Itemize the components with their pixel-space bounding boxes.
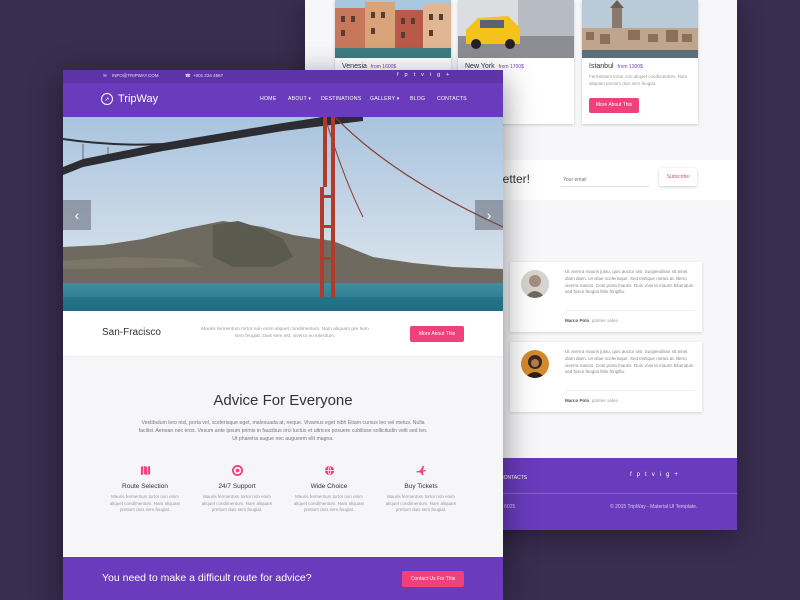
footer-divider	[500, 493, 737, 494]
google-plus-icon[interactable]: g+	[437, 72, 455, 78]
slider-next-button[interactable]: ›	[475, 200, 503, 230]
venice-photo	[335, 0, 451, 58]
testimonial-card: Ut viverra mauris justo, quis auctor nis…	[510, 342, 702, 412]
copyright: © 2015 TripWay - Material UI Template.	[610, 504, 698, 510]
avatar	[521, 270, 549, 298]
email-icon: ✉	[103, 73, 107, 78]
facebook-icon[interactable]: f	[630, 472, 637, 478]
cta-banner: You need to make a difficult route for a…	[63, 557, 503, 600]
golden-gate-bridge-photo	[63, 117, 503, 311]
feature-text: Mauris fermentum tortor non enim aliquet…	[109, 494, 181, 512]
main-navbar: ➚ TripWay HOME ABOUT ▾ DESTINATIONS GALL…	[63, 83, 503, 117]
nav-item-about[interactable]: ABOUT ▾	[288, 96, 311, 102]
feature-title: 24/7 Support	[218, 483, 256, 490]
vimeo-icon[interactable]: v	[421, 72, 430, 78]
nav-item-destinations[interactable]: DESTINATIONS	[321, 96, 361, 102]
contact-phone: +001 234 4567	[193, 73, 224, 78]
avatar	[521, 350, 549, 378]
pinterest-icon[interactable]: p	[637, 472, 645, 478]
facebook-icon[interactable]: f	[397, 72, 405, 78]
istanbul-photo	[582, 0, 698, 58]
more-about-button[interactable]: More About This	[410, 326, 464, 342]
phone-icon: ☎	[185, 73, 191, 78]
destination-title: Venesia from 1600$	[342, 63, 397, 70]
destination-title: New York from 1700$	[465, 63, 524, 70]
nav-item-blog[interactable]: BLOG	[410, 96, 425, 102]
chevron-right-icon: ›	[486, 207, 492, 223]
feature-title: Route Selection	[122, 483, 168, 490]
feature-wide-choice: Wide Choice Mauris fermentum tortor non …	[289, 465, 369, 514]
feature-route-selection: Route Selection Mauris fermentum tortor …	[105, 465, 185, 514]
pinterest-icon[interactable]: p	[405, 72, 414, 78]
nav-item-home[interactable]: HOME	[260, 96, 276, 102]
nav-item-contacts[interactable]: CONTACTS	[437, 96, 467, 102]
slide-title: San-Fracisco	[102, 327, 161, 338]
front-page-mockup: ✉ INFO@TRIPWAY.COM ☎ +001 234 4567 fptvi…	[63, 70, 503, 600]
destination-title: Istanbul from 1300$	[589, 63, 643, 70]
section-title: Advice For Everyone	[213, 392, 353, 409]
testimonial-text: Ut viverra mauris justo, quis auctor nis…	[565, 269, 694, 295]
new-york-photo	[458, 0, 574, 58]
more-about-button[interactable]: More About This	[589, 98, 639, 113]
footer-social-icons: fptvig+	[630, 472, 683, 478]
logo-text: TripWay	[118, 93, 159, 105]
divider	[565, 310, 695, 311]
advice-section: Advice For Everyone Vestibulum lero nisl…	[63, 357, 503, 557]
feature-title: Wide Choice	[310, 483, 348, 490]
nav-item-gallery[interactable]: GALLERY ▾	[370, 96, 400, 102]
footer-link-contacts[interactable]: CONTACTS	[500, 475, 527, 481]
contact-us-button[interactable]: Contact Us For This	[402, 571, 464, 587]
twitter-icon[interactable]: t	[645, 472, 652, 478]
vimeo-icon[interactable]: v	[652, 472, 660, 478]
slide-text: Mauris fermentum tortor non enim aliquet…	[201, 327, 369, 339]
map-icon	[105, 465, 185, 477]
hero-slider: ‹ ›	[63, 117, 503, 311]
lifebuoy-icon	[197, 465, 277, 477]
feature-buy-tickets: Buy Tickets Mauris fermentum tortor non …	[381, 465, 461, 514]
testimonial-text: Ut viverra mauris justo, quis auctor nis…	[565, 349, 694, 375]
newsletter-title: letter!	[500, 172, 531, 186]
section-text: Vestibulum lero nisl, porta vel, sceleri…	[138, 420, 428, 442]
feature-support: 24/7 Support Mauris fermentum tortor non…	[197, 465, 277, 514]
feature-text: Mauris fermentum tortor non enim aliquet…	[385, 494, 457, 512]
twitter-icon[interactable]: t	[414, 72, 422, 78]
testimonial-author: Marco Polo, partner sales.	[565, 318, 620, 323]
topbar-social-icons: fptvig+	[397, 72, 455, 78]
divider	[565, 390, 695, 391]
cta-text: You need to make a difficult route for a…	[102, 572, 312, 584]
chevron-left-icon: ‹	[74, 207, 80, 223]
top-info-bar: ✉ INFO@TRIPWAY.COM ☎ +001 234 4567 fptvi…	[63, 70, 503, 83]
feature-text: Mauris fermentum tortor non enim aliquet…	[201, 494, 273, 512]
contact-email[interactable]: INFO@TRIPWAY.COM	[112, 73, 159, 78]
destination-text: Fermentum tortor non aliquet condimentum…	[589, 74, 688, 86]
destination-card: Istanbul from 1300$ Fermentum tortor non …	[582, 0, 698, 124]
subscribe-button[interactable]: Subscribe	[659, 168, 697, 186]
feature-text: Mauris fermentum tortor non enim aliquet…	[293, 494, 365, 512]
google-plus-icon[interactable]: g+	[666, 472, 683, 478]
slide-caption: San-Fracisco Mauris fermentum tortor non…	[63, 311, 503, 357]
compass-icon: ➚	[101, 93, 113, 105]
slider-prev-button[interactable]: ‹	[63, 200, 91, 230]
logo[interactable]: ➚ TripWay	[101, 93, 158, 105]
testimonial-card: Ut viverra mauris justo, quis auctor nis…	[510, 262, 702, 332]
feature-title: Buy Tickets	[404, 483, 438, 490]
globe-icon	[289, 465, 369, 477]
email-input[interactable]	[561, 168, 649, 187]
testimonial-author: Marco Polo, partner sales.	[565, 398, 620, 403]
plane-icon	[381, 465, 461, 477]
